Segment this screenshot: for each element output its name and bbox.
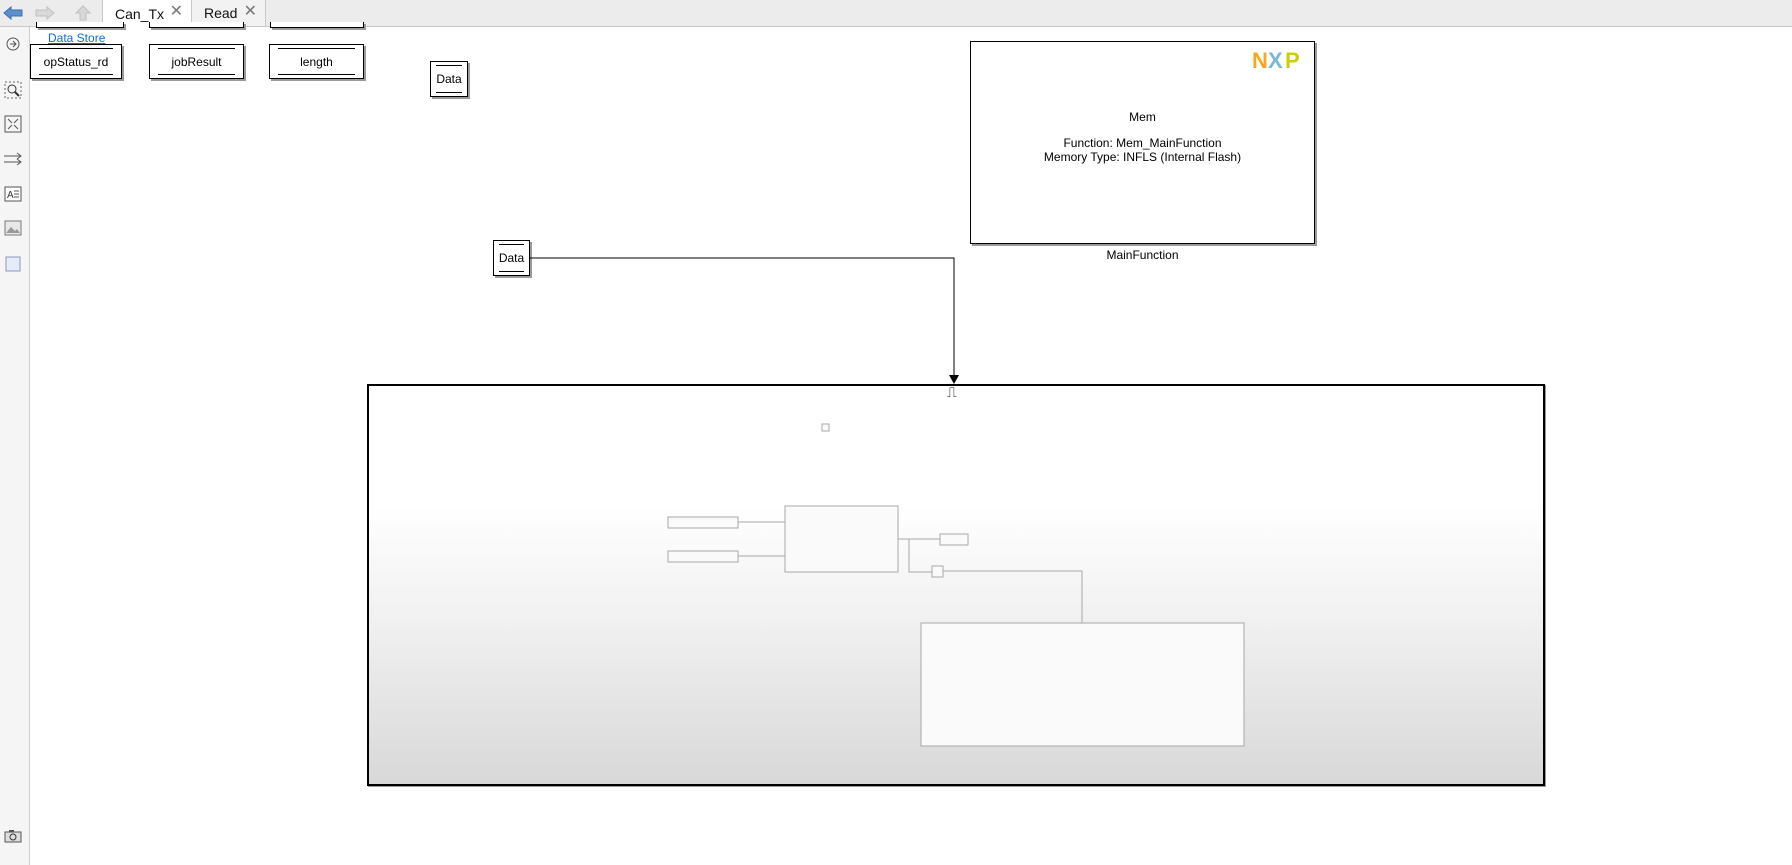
subsystem-preview (667, 423, 1245, 747)
